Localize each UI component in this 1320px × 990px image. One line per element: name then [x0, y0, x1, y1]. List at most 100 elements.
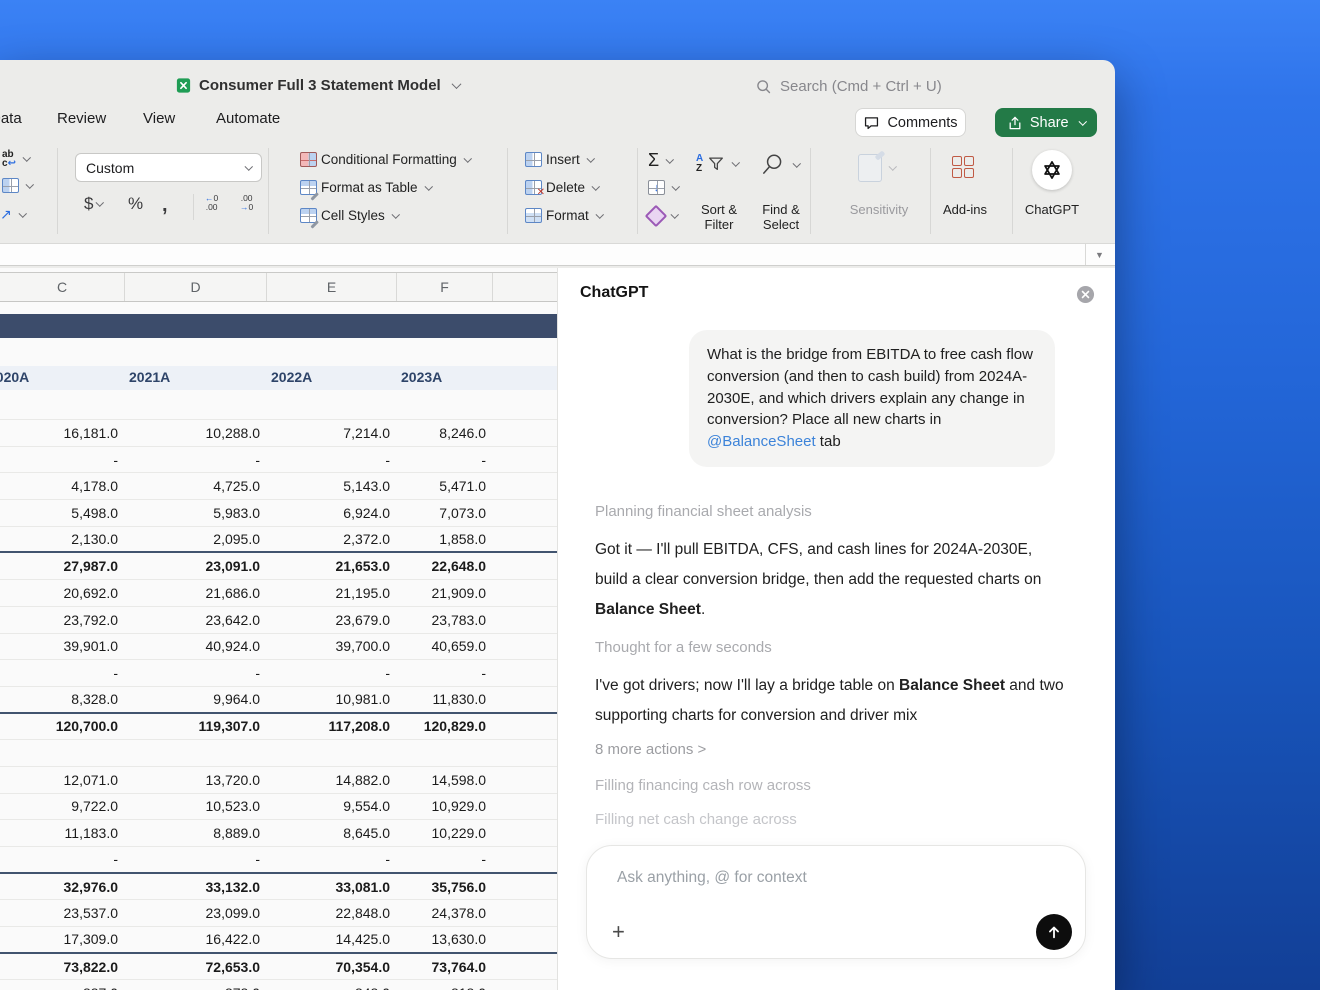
cell[interactable]: 8,246.0 — [397, 425, 493, 441]
cell[interactable]: 23,792.0 — [0, 612, 125, 628]
cell[interactable]: 10,981.0 — [267, 691, 397, 707]
column-header-partial[interactable] — [493, 273, 557, 301]
cell[interactable]: 14,882.0 — [267, 772, 397, 788]
search-input[interactable]: Search (Cmd + Ctrl + U) — [755, 78, 942, 95]
cell[interactable]: 40,924.0 — [125, 638, 267, 654]
year-header-2021[interactable]: 2021A — [129, 369, 170, 385]
cell[interactable]: 2,130.0 — [0, 531, 125, 547]
cell[interactable]: - — [125, 452, 267, 468]
cell[interactable]: 13,630.0 — [397, 931, 493, 947]
cell[interactable]: 5,983.0 — [125, 505, 267, 521]
cell[interactable]: 120,700.0 — [0, 718, 125, 734]
cell[interactable]: 39,901.0 — [0, 638, 125, 654]
cell[interactable]: 10,288.0 — [125, 425, 267, 441]
column-header-d[interactable]: D — [125, 273, 267, 301]
cell[interactable]: 14,425.0 — [267, 931, 397, 947]
cell[interactable]: - — [125, 665, 267, 681]
cell[interactable]: 818.0 — [397, 985, 493, 990]
format-as-table-button[interactable]: Format as Table — [300, 180, 431, 195]
tab-review[interactable]: Review — [57, 110, 106, 127]
cell[interactable]: 7,214.0 — [267, 425, 397, 441]
increase-decimal-button[interactable]: .00→0 — [240, 194, 253, 212]
cell[interactable]: 878.0 — [125, 985, 267, 990]
cell[interactable]: 887.0 — [0, 985, 125, 990]
cell[interactable]: 39,700.0 — [267, 638, 397, 654]
cell[interactable]: 4,178.0 — [0, 478, 125, 494]
balancesheet-mention[interactable]: @BalanceSheet — [707, 433, 816, 450]
year-header-2020[interactable]: 2020A — [0, 369, 29, 385]
cell[interactable]: 1,858.0 — [397, 531, 493, 547]
cell[interactable]: 11,830.0 — [397, 691, 493, 707]
cell[interactable]: 4,725.0 — [125, 478, 267, 494]
addins-icon[interactable] — [952, 156, 976, 180]
cell[interactable]: 7,073.0 — [397, 505, 493, 521]
cell[interactable]: 20,692.0 — [0, 585, 125, 601]
cell[interactable]: 73,822.0 — [0, 959, 125, 975]
cell[interactable]: 9,964.0 — [125, 691, 267, 707]
cell[interactable]: 10,229.0 — [397, 825, 493, 841]
cell[interactable]: 23,099.0 — [125, 905, 267, 921]
cell[interactable]: 73,764.0 — [397, 959, 493, 975]
cell[interactable]: 9,554.0 — [267, 798, 397, 814]
cell[interactable]: 16,422.0 — [125, 931, 267, 947]
send-button[interactable] — [1036, 914, 1072, 950]
cell[interactable]: 33,132.0 — [125, 879, 267, 895]
chat-input[interactable]: Ask anything, @ for context + — [586, 845, 1086, 959]
insert-cells-button[interactable]: Insert — [525, 152, 593, 167]
fill-down-button[interactable]: ↓ — [648, 180, 679, 195]
cell[interactable]: - — [397, 452, 493, 468]
cell-styles-button[interactable]: Cell Styles — [300, 208, 398, 223]
column-header-f[interactable]: F — [397, 273, 493, 301]
year-header-2022[interactable]: 2022A — [271, 369, 312, 385]
cell[interactable]: 23,091.0 — [125, 558, 267, 574]
cell[interactable]: - — [267, 665, 397, 681]
cell[interactable]: 9,722.0 — [0, 798, 125, 814]
cell[interactable]: 5,471.0 — [397, 478, 493, 494]
sensitivity-button[interactable] — [858, 154, 896, 182]
cell[interactable]: - — [397, 851, 493, 867]
cell[interactable]: 16,181.0 — [0, 425, 125, 441]
formula-bar[interactable]: ▼ — [0, 243, 1115, 266]
number-format-select[interactable]: Custom — [75, 153, 262, 182]
plus-button[interactable]: + — [612, 922, 625, 942]
comments-button[interactable]: Comments — [855, 108, 966, 137]
cell[interactable]: 8,328.0 — [0, 691, 125, 707]
decrease-decimal-button[interactable]: ←0.00 — [205, 194, 218, 212]
cell[interactable]: 23,783.0 — [397, 612, 493, 628]
cell[interactable]: 13,720.0 — [125, 772, 267, 788]
clear-button[interactable] — [648, 208, 678, 224]
cell[interactable]: 23,642.0 — [125, 612, 267, 628]
cell[interactable]: 8,889.0 — [125, 825, 267, 841]
column-header-c[interactable]: C — [0, 273, 125, 301]
year-header-2023[interactable]: 2023A — [401, 369, 442, 385]
percent-format-button[interactable]: % — [128, 194, 143, 214]
wrap-text-button[interactable]: abc↩ — [2, 150, 29, 168]
cell[interactable]: 24,378.0 — [397, 905, 493, 921]
orientation-button[interactable]: ↗ — [0, 206, 25, 223]
comma-format-button[interactable]: , — [162, 194, 168, 217]
cell[interactable]: 120,829.0 — [397, 718, 493, 734]
cell[interactable]: 848.0 — [267, 985, 397, 990]
cell[interactable]: 40,659.0 — [397, 638, 493, 654]
cell[interactable]: 2,095.0 — [125, 531, 267, 547]
cell[interactable]: - — [397, 665, 493, 681]
cell[interactable]: 11,183.0 — [0, 825, 125, 841]
tab-automate[interactable]: Automate — [216, 110, 280, 127]
document-title[interactable]: Consumer Full 3 Statement Model — [175, 77, 460, 94]
currency-format-button[interactable]: $ — [84, 194, 103, 214]
tab-data[interactable]: Data — [0, 110, 22, 127]
conditional-formatting-button[interactable]: Conditional Formatting — [300, 152, 470, 167]
cell[interactable]: - — [125, 851, 267, 867]
cell[interactable]: 72,653.0 — [125, 959, 267, 975]
cell[interactable]: 35,756.0 — [397, 879, 493, 895]
cell[interactable]: 12,071.0 — [0, 772, 125, 788]
cell[interactable]: 10,523.0 — [125, 798, 267, 814]
cell[interactable]: - — [0, 665, 125, 681]
cell[interactable]: 23,679.0 — [267, 612, 397, 628]
cell[interactable]: 21,653.0 — [267, 558, 397, 574]
format-cells-button[interactable]: Format — [525, 208, 602, 223]
cell[interactable]: 2,372.0 — [267, 531, 397, 547]
cell[interactable]: 21,909.0 — [397, 585, 493, 601]
share-button[interactable]: Share — [995, 108, 1097, 137]
cell[interactable]: 6,924.0 — [267, 505, 397, 521]
